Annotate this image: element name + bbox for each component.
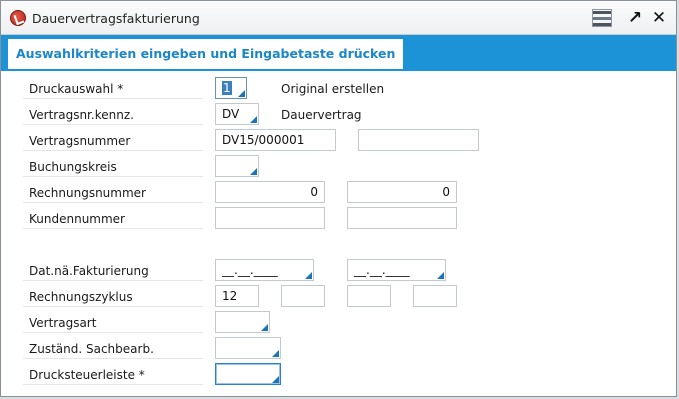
rechnungszyklus-field-1[interactable]: 12 [215, 285, 259, 307]
label-rechnungszyklus: Rechnungszyklus [23, 287, 203, 307]
app-logo-icon [10, 10, 26, 26]
vertragsnummer-to-field[interactable] [358, 129, 479, 151]
kundennummer-to-field[interactable] [347, 207, 457, 229]
label-vertragsart: Vertragsart [23, 313, 203, 333]
label-dat-fakturierung: Dat.nä.Fakturierung [23, 261, 203, 281]
druckauswahl-value: 1 [222, 81, 232, 95]
kundennummer-from-field[interactable] [215, 207, 325, 229]
vertragsnr-kennz-field[interactable]: DV [215, 103, 259, 125]
vertragsnummer-from-field[interactable]: DV15/000001 [215, 129, 336, 151]
dat-fakturierung-to-field[interactable]: __.__.____ [347, 259, 446, 281]
label-vertragsnr-kennz: Vertragsnr.kennz. [23, 105, 203, 125]
title-bar[interactable]: Dauervertragsfakturierung ↗ ✕ [1, 1, 676, 35]
label-rechnungsnummer: Rechnungsnummer [23, 183, 203, 203]
settings-icon[interactable] [592, 9, 612, 27]
rechnungsnummer-to-field[interactable]: 0 [347, 181, 457, 203]
expand-icon[interactable]: ↗ [625, 9, 645, 27]
buchungskreis-field[interactable] [215, 155, 259, 177]
header-title: Auswahlkriterien eingeben und Eingabetas… [8, 39, 404, 69]
vertragsnr-kennz-description: Dauervertrag [281, 108, 362, 122]
vertragsart-field[interactable] [215, 311, 270, 333]
rechnungsnummer-from-field[interactable]: 0 [215, 181, 325, 203]
sachbearb-field[interactable] [215, 337, 281, 359]
rechnungszyklus-field-3[interactable] [347, 285, 391, 307]
label-druckauswahl: Druckauswahl * [23, 79, 203, 99]
drucksteuerleiste-field[interactable] [215, 363, 281, 385]
druckauswahl-description: Original erstellen [281, 82, 385, 96]
window-title: Dauervertragsfakturierung [32, 11, 200, 26]
label-buchungskreis: Buchungskreis [23, 157, 203, 177]
label-kundennummer: Kundennummer [23, 209, 203, 229]
label-sachbearb: Zuständ. Sachbearb. [23, 339, 203, 359]
druckauswahl-field[interactable]: 1 [215, 77, 247, 99]
dialog-window: Dauervertragsfakturierung ↗ ✕ Auswahlkri… [0, 0, 677, 397]
label-drucksteuerleiste: Drucksteuerleiste * [23, 365, 203, 385]
rechnungszyklus-field-2[interactable] [281, 285, 325, 307]
close-icon[interactable]: ✕ [649, 9, 669, 27]
dat-fakturierung-from-field[interactable]: __.__.____ [215, 259, 314, 281]
rechnungszyklus-field-4[interactable] [413, 285, 457, 307]
header-band: Auswahlkriterien eingeben und Eingabetas… [1, 35, 676, 71]
label-vertragsnummer: Vertragsnummer [23, 131, 203, 151]
